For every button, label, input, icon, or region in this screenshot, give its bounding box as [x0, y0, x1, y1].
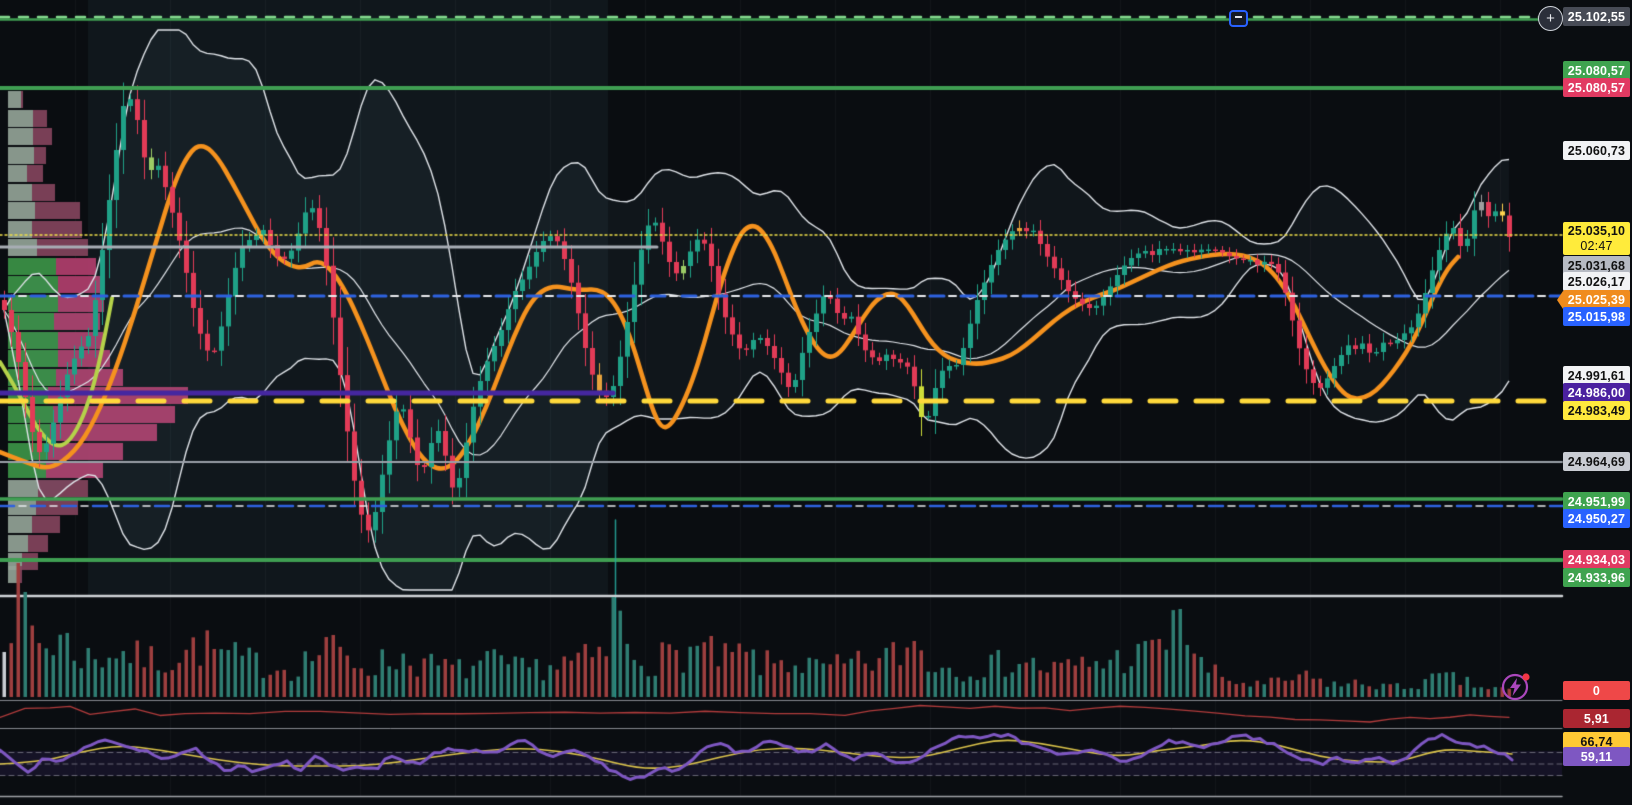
line-anchor-handle[interactable] [1229, 10, 1248, 27]
axis-label-orange-ma-text: 25.025,39 [1568, 293, 1625, 307]
add-alert-plus-icon[interactable]: + [1538, 6, 1563, 31]
axis-label-yellow-dashed[interactable]: 24.983,49 [1563, 401, 1630, 420]
axis-label-support-green-1-text: 24.951,99 [1568, 495, 1625, 509]
flash-lightning-icon[interactable] [1500, 670, 1532, 702]
price-axis[interactable]: 25.102,55 25.080,57 25.080,57 25.060,73 25.0… [1562, 0, 1632, 805]
axis-label-yellow-dashed-text: 24.983,49 [1568, 404, 1625, 418]
axis-label-alert-line-text: 25.102,55 [1568, 10, 1625, 24]
axis-label-support-green-2[interactable]: 24.933,96 [1563, 568, 1630, 587]
axis-label-rsi-text: 59,11 [1581, 750, 1613, 764]
axis-label-support-pink[interactable]: 24.934,03 [1563, 550, 1630, 569]
axis-label-red-indicator-text: 5,91 [1584, 712, 1609, 726]
axis-label-red-indicator[interactable]: 5,91 [1563, 709, 1630, 728]
axis-label-blue-level-1-text: 25.015,98 [1568, 310, 1625, 324]
axis-label-bb-basis-text: 25.026,17 [1568, 275, 1625, 289]
axis-label-alert-line[interactable]: 25.102,55 [1563, 7, 1630, 26]
axis-label-resistance-pink[interactable]: 25.080,57 [1563, 78, 1630, 97]
axis-label-last-price-text: 25.035,10 [1568, 224, 1625, 239]
chart-window: + 25.102,5525.080,5725.080,5725.060,7325… [0, 0, 1632, 805]
axis-label-blue-level-2[interactable]: 24.950,27 [1563, 509, 1630, 528]
label-arrow [1557, 291, 1563, 309]
axis-label-gray-line[interactable]: 24.964,69 [1563, 452, 1630, 471]
axis-label-support-pink-text: 24.934,03 [1568, 553, 1625, 567]
axis-label-bb-upper-text: 25.060,73 [1568, 144, 1625, 158]
axis-label-bb-basis[interactable]: 25.026,17 [1563, 272, 1630, 291]
axis-label-blue-level-2-text: 24.950,27 [1568, 512, 1625, 526]
axis-label-resistance-green-text: 25.080,57 [1568, 64, 1625, 78]
axis-label-volume[interactable]: 0 [1563, 681, 1630, 700]
axis-label-gray-ray-text: 25.031,68 [1568, 259, 1625, 273]
axis-label-bb-upper[interactable]: 25.060,73 [1563, 141, 1630, 160]
axis-label-last-price[interactable]: 25.035,1002:47 [1563, 222, 1630, 255]
axis-label-gray-line-text: 24.964,69 [1568, 455, 1625, 469]
chart-canvas[interactable] [0, 0, 1632, 805]
axis-label-bb-lower-text: 24.991,61 [1568, 369, 1625, 383]
axis-label-resistance-pink-text: 25.080,57 [1568, 81, 1625, 95]
axis-label-rsi[interactable]: 59,11 [1563, 747, 1630, 766]
countdown-timer: 02:47 [1580, 239, 1612, 254]
axis-label-blue-level-1[interactable]: 25.015,98 [1563, 307, 1630, 326]
axis-label-support-green-2-text: 24.933,96 [1568, 571, 1625, 585]
handle-tick [1235, 16, 1242, 18]
axis-label-poc-text: 24.986,00 [1568, 386, 1625, 400]
axis-label-volume-text: 0 [1593, 684, 1600, 698]
flash-lightning-svg [1500, 670, 1532, 702]
axis-label-poc[interactable]: 24.986,00 [1563, 383, 1630, 402]
